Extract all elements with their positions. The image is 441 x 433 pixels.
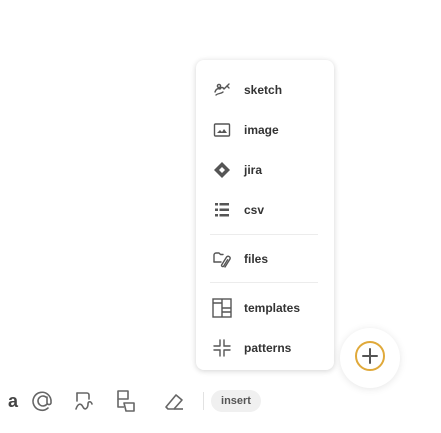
- plus-icon: [354, 340, 386, 377]
- menu-item-label: csv: [244, 203, 265, 217]
- menu-item-sketch[interactable]: sketch: [210, 77, 282, 103]
- hand-sketch-icon: [210, 78, 234, 102]
- lasso-icon[interactable]: [72, 386, 98, 416]
- table-list-icon: [210, 198, 234, 222]
- menu-divider: [210, 234, 318, 235]
- menu-divider: [210, 282, 318, 283]
- paperclip-files-icon: [210, 247, 234, 271]
- shapes-icon[interactable]: [114, 386, 140, 416]
- menu-item-label: patterns: [244, 341, 292, 355]
- menu-item-jira[interactable]: jira: [210, 157, 262, 183]
- menu-item-patterns[interactable]: patterns: [210, 335, 291, 361]
- menu-item-csv[interactable]: csv: [210, 197, 264, 223]
- menu-item-label: sketch: [244, 83, 283, 97]
- jira-diamond-icon: [210, 158, 234, 182]
- menu-item-label: files: [244, 252, 269, 266]
- menu-item-label: templates: [244, 301, 301, 315]
- image-icon: [210, 118, 234, 142]
- canvas: sketch image jira csv files templates pa…: [0, 0, 441, 433]
- menu-item-label: image: [244, 123, 279, 137]
- menu-item-image[interactable]: image: [210, 117, 279, 143]
- text-tool-letter[interactable]: a: [0, 386, 26, 416]
- insert-button[interactable]: insert: [211, 390, 261, 412]
- menu-item-templates[interactable]: templates: [210, 295, 300, 321]
- toolbar-divider: [203, 392, 204, 410]
- templates-icon: [210, 296, 234, 320]
- patterns-icon: [210, 336, 234, 360]
- add-button[interactable]: [340, 328, 400, 388]
- insert-menu: sketch image jira csv files templates pa…: [196, 60, 334, 370]
- menu-item-files[interactable]: files: [210, 246, 268, 272]
- eraser-icon[interactable]: [161, 386, 187, 416]
- at-sign-icon[interactable]: [30, 386, 56, 416]
- menu-item-label: jira: [244, 163, 263, 177]
